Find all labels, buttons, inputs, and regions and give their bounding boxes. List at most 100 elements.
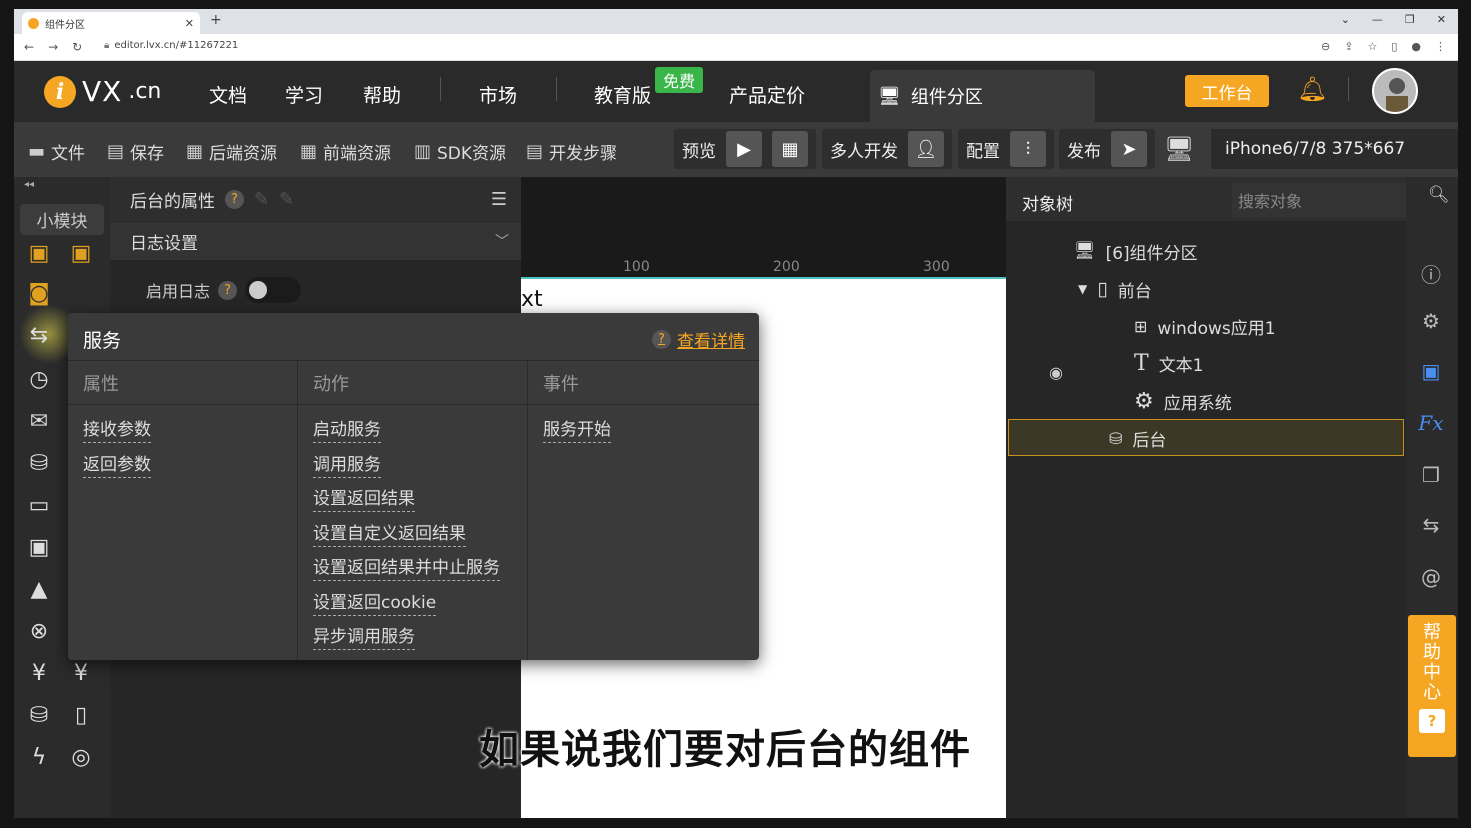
caret-down-icon[interactable]: ▼ <box>1078 282 1087 296</box>
sidebar-icon[interactable]: ▯ <box>1391 40 1397 53</box>
vx-logo[interactable]: i VX .cn <box>44 75 161 108</box>
collapse-icon[interactable]: ◂◂ <box>24 179 34 190</box>
tree-node-app-system[interactable]: ⚙︎ 应用系统 <box>1134 383 1232 419</box>
list-item[interactable]: 异步调用服务 <box>313 624 527 659</box>
user-icon[interactable]: 👤︎ <box>908 131 944 167</box>
workbench-button[interactable]: 工作台 <box>1185 75 1269 107</box>
swap-icon[interactable]: ⇆ <box>1418 513 1444 537</box>
nav-help[interactable]: 帮助 <box>363 81 401 108</box>
preview-label: 预览 <box>682 141 716 162</box>
nav-market[interactable]: 市场 <box>479 81 517 108</box>
list-item[interactable]: 设置返回cookie <box>313 590 527 625</box>
save-button[interactable]: ▤ 保存 <box>107 139 164 164</box>
enable-log-toggle[interactable] <box>245 277 302 303</box>
service-icon[interactable]: ⇆ <box>24 323 54 348</box>
avatar[interactable] <box>1372 68 1418 114</box>
nav-docs[interactable]: 文档 <box>209 81 247 108</box>
at-icon[interactable]: @ <box>1418 565 1444 589</box>
timer-icon[interactable]: ◷ <box>24 367 54 392</box>
help-icon[interactable]: ? <box>225 189 244 209</box>
chat-icon[interactable]: ▣ <box>1418 359 1444 383</box>
monitor-module-icon[interactable]: ▭ <box>24 493 54 518</box>
reload-icon[interactable]: ↻ <box>72 40 82 54</box>
search-icon[interactable]: 🔍︎ <box>1428 185 1450 205</box>
sliders-icon[interactable]: ⫶ <box>1010 131 1046 167</box>
payment-icon[interactable]: ¥ <box>24 661 54 686</box>
profile-icon[interactable]: ● <box>1411 40 1421 53</box>
device-preview-icon[interactable]: 🖥︎ <box>1164 135 1194 163</box>
module-group-icon[interactable]: ▣ <box>66 241 96 266</box>
nav-learn[interactable]: 学习 <box>285 81 323 108</box>
media-icon[interactable]: ▲ <box>24 577 54 602</box>
edit-icon[interactable]: ✎ <box>254 189 269 210</box>
play-icon[interactable]: ▶ <box>726 131 762 167</box>
function-fx-icon[interactable]: Fx <box>1418 411 1444 435</box>
log-settings-section[interactable]: 日志设置 ﹀ <box>110 222 521 260</box>
view-details-link[interactable]: ? 查看详情 <box>652 327 745 352</box>
browser-tab[interactable]: 组件分区 ✕ <box>22 12 200 34</box>
list-item[interactable]: 服务开始 <box>543 417 759 452</box>
restore-icon[interactable]: ❐ <box>1405 13 1415 26</box>
menu-dots-icon[interactable]: ⋮ <box>1435 40 1446 53</box>
back-icon[interactable]: ← <box>24 40 34 54</box>
tree-node-root[interactable]: 🖥︎ [6]组件分区 <box>1074 233 1198 269</box>
send-icon[interactable]: ➤ <box>1111 131 1147 167</box>
ft-circle-icon[interactable]: ◎ <box>66 745 96 770</box>
tree-node-label: 文本1 <box>1158 355 1204 376</box>
info-icon[interactable]: ⓘ <box>1418 259 1444 288</box>
close-window-icon[interactable]: ✕ <box>1437 13 1446 26</box>
close-tab-icon[interactable]: ✕ <box>185 17 194 30</box>
module-icon[interactable]: ▣ <box>24 241 54 266</box>
search-object-input[interactable]: 搜索对象 <box>1232 183 1418 217</box>
list-item[interactable]: 启动服务 <box>313 417 527 452</box>
ruler: 100 200 300 <box>521 259 1006 277</box>
list-item[interactable]: 返回参数 <box>83 452 297 487</box>
help-icon[interactable]: ? <box>218 280 238 300</box>
sdk-resource-button[interactable]: ▥ SDK资源 <box>414 139 506 164</box>
list-item[interactable]: 设置返回结果 <box>313 486 527 521</box>
eye-icon[interactable]: ◉ <box>1049 363 1063 382</box>
user-module-icon[interactable]: ▣ <box>24 535 54 560</box>
file-button[interactable]: ▬ 文件 <box>28 139 85 164</box>
nav-education[interactable]: 教育版 <box>594 81 651 108</box>
tree-node-text1[interactable]: T 文本1 <box>1134 345 1204 381</box>
minimize-icon[interactable]: — <box>1372 13 1383 26</box>
list-item[interactable]: 设置返回结果并中止服务 <box>313 555 527 590</box>
bell-icon[interactable]: 🔔︎ <box>1297 75 1327 103</box>
function-icon[interactable]: ϟ <box>24 745 54 770</box>
dev-steps-button[interactable]: ▤ 开发步骤 <box>526 139 617 164</box>
timer-module-icon[interactable]: ◙ <box>24 281 54 306</box>
tree-node-frontend[interactable]: ▼ ▯ 前台 <box>1078 271 1152 307</box>
frontend-resource-button[interactable]: ▦ 前端资源 <box>300 139 391 164</box>
new-tab-icon[interactable]: + <box>210 12 222 28</box>
tree-node-backend[interactable]: ⛁ 后台 <box>1008 419 1404 456</box>
multi-dev-group: 多人开发 👤︎ <box>822 129 952 169</box>
dbo-icon[interactable]: ⛁ <box>24 703 54 728</box>
menu-icon[interactable]: ☰ <box>491 189 507 210</box>
nav-pricing[interactable]: 产品定价 <box>729 81 805 108</box>
qrcode-icon[interactable]: ▦ <box>772 131 808 167</box>
tab-component-zone[interactable]: 🖥︎ 组件分区 <box>870 70 1095 122</box>
tree-node-windows-app[interactable]: ⊞ windows应用1 <box>1134 308 1276 344</box>
help-center-button[interactable]: 帮 助 中 心 ? <box>1408 615 1456 757</box>
forward-icon[interactable]: → <box>48 40 58 54</box>
list-item[interactable]: 设置自定义返回结果 <box>313 521 527 556</box>
mq-icon[interactable]: ✉ <box>24 409 54 434</box>
list-item[interactable]: 接收参数 <box>83 417 297 452</box>
url-field[interactable]: 🔒︎ editor.lvx.cn/#11267221 <box>104 40 238 51</box>
network-icon[interactable]: ⊗ <box>24 619 54 644</box>
tab-search-icon[interactable]: ⌄ <box>1341 13 1350 26</box>
note-icon[interactable]: ✎ <box>279 189 294 210</box>
share-icon[interactable]: ⇪ <box>1344 40 1353 53</box>
device-selector[interactable]: iPhone6/7/8 375*667 <box>1211 129 1458 169</box>
copy-icon[interactable]: ❐ <box>1418 463 1444 487</box>
list-item[interactable]: 调用服务 <box>313 452 527 487</box>
zoom-icon[interactable]: ⊖ <box>1321 40 1330 53</box>
small-module-tab[interactable]: 小模块 <box>20 204 104 235</box>
star-icon[interactable]: ☆ <box>1367 40 1377 53</box>
settings-info-icon[interactable]: ⚙ <box>1418 309 1444 333</box>
wechat-pay-icon[interactable]: ¥ <box>66 661 96 686</box>
ft-icon[interactable]: ▯ <box>66 703 96 728</box>
database-icon[interactable]: ⛁ <box>24 451 54 476</box>
backend-resource-button[interactable]: ▦ 后端资源 <box>186 139 277 164</box>
